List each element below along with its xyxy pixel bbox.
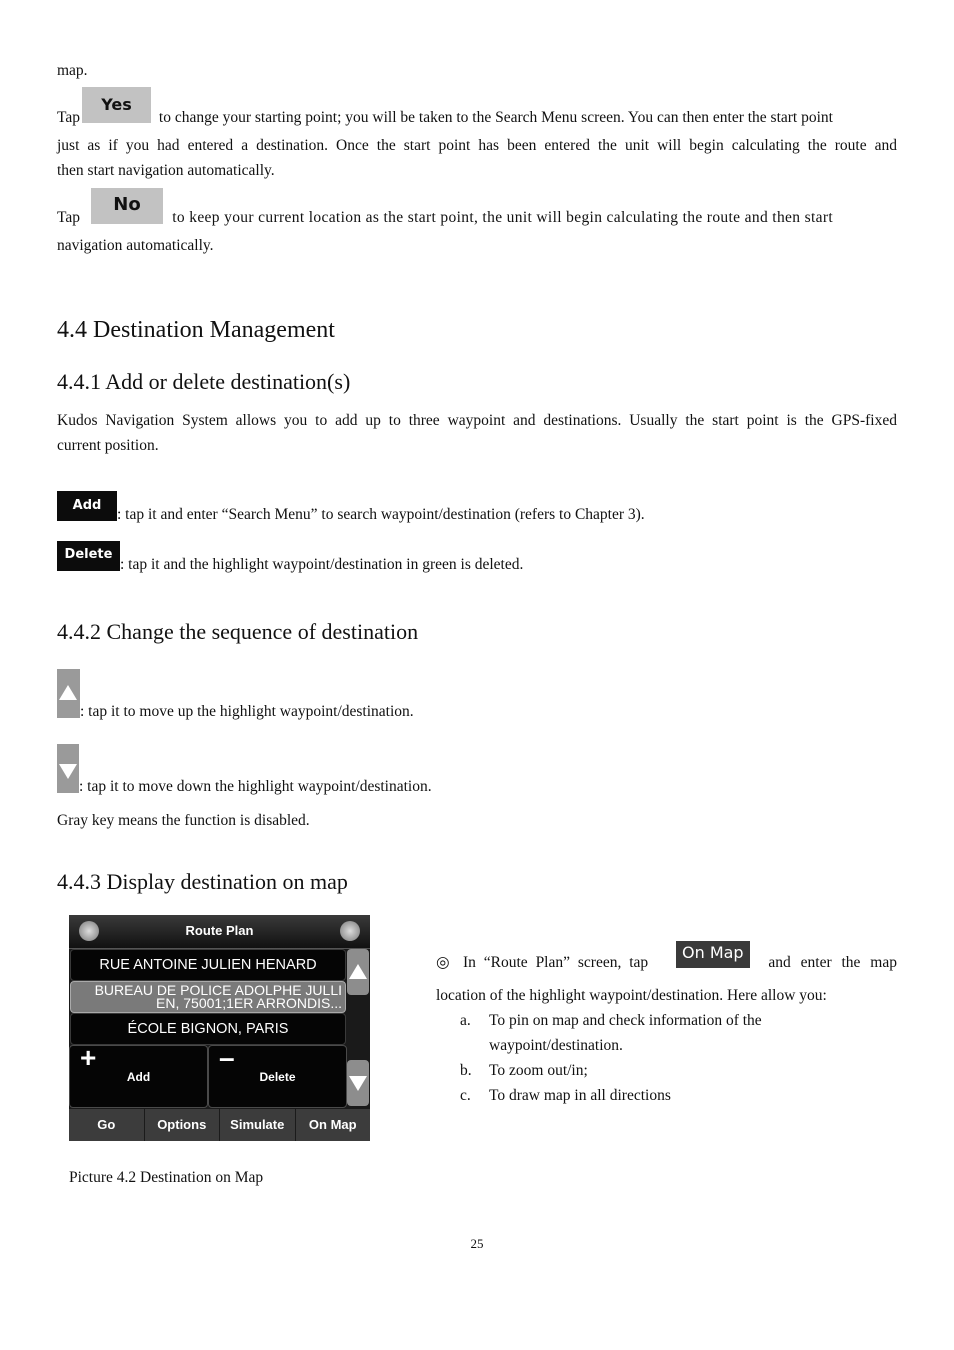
move-down-text: : tap it to move down the highlight wayp…: [79, 778, 432, 795]
route-plan-screenshot: Route Plan RUE ANTOINE JULIEN HENARD BUR…: [69, 915, 370, 1141]
list-marker: b.: [460, 1062, 472, 1079]
route-row-3[interactable]: ÉCOLE BIGNON, PARIS: [70, 1013, 346, 1045]
device-add-button[interactable]: + Add: [69, 1042, 208, 1108]
yes-line2: just as if you had entered a destination…: [57, 137, 897, 154]
device-delete-label: Delete: [259, 1070, 296, 1084]
tab-options[interactable]: Options: [145, 1109, 220, 1141]
route-row-2-highlighted[interactable]: BUREAU DE POLICE ADOLPHE JULLI EN, 75001…: [70, 981, 346, 1013]
device-up-button[interactable]: [347, 949, 369, 995]
device-add-label: Add: [126, 1070, 151, 1084]
tab-simulate[interactable]: Simulate: [220, 1109, 296, 1141]
delete-description: Delete: tap it and the highlight waypoin…: [57, 541, 524, 573]
figure-caption: Picture 4.2 Destination on Map: [69, 1169, 264, 1186]
page-number: 25: [470, 1236, 484, 1251]
device-title: Route Plan: [185, 923, 254, 938]
no-line2: navigation automatically.: [57, 237, 214, 254]
list-marker: a.: [460, 1012, 471, 1029]
list-text: To draw map in all directions: [489, 1087, 671, 1104]
bullet-symbol: ◎: [436, 954, 450, 971]
gray-key-note: Gray key means the function is disabled.: [57, 812, 310, 829]
list-text: To pin on map and check information of t…: [489, 1012, 762, 1029]
yes-line1: to change your starting point; you will …: [155, 109, 833, 126]
section-4-4-1-body-line2: current position.: [57, 437, 159, 454]
yes-line3: then start navigation automatically.: [57, 162, 275, 179]
on-map-part2: and enter the map: [768, 954, 897, 971]
yes-button[interactable]: Yes: [82, 87, 151, 123]
add-button[interactable]: Add: [57, 491, 117, 521]
list-marker: c.: [460, 1087, 471, 1104]
no-line1: to keep your current location as the sta…: [168, 209, 834, 226]
delete-button[interactable]: Delete: [57, 541, 120, 571]
no-prefix: Tap: [57, 209, 81, 226]
arrow-down-icon: [59, 764, 77, 779]
move-up-button[interactable]: [57, 669, 80, 718]
section-4-4-2-title: 4.4.2 Change the sequence of destination: [57, 619, 419, 644]
add-text: : tap it and enter “Search Menu” to sear…: [117, 506, 645, 523]
delete-text: : tap it and the highlight waypoint/dest…: [120, 556, 524, 573]
yes-paragraph: Tap Yes to change your starting point; yo…: [57, 87, 897, 183]
device-tab-bar: Go Options Simulate On Map: [69, 1109, 370, 1141]
device-delete-button[interactable]: – Delete: [208, 1042, 347, 1108]
on-map-part1: In “Route Plan” screen, tap: [463, 954, 649, 971]
on-map-button[interactable]: On Map: [676, 941, 750, 968]
device-down-button[interactable]: [347, 1060, 369, 1106]
route-row-2-line2: EN, 75001;1ER ARRONDIS...: [156, 995, 342, 1011]
device-header: Route Plan: [69, 915, 370, 949]
tab-on-map[interactable]: On Map: [296, 1109, 371, 1141]
no-paragraph: Tap No to keep your current location as t…: [57, 188, 897, 258]
section-4-4-title: 4.4 Destination Management: [57, 317, 335, 343]
arrow-up-icon: [59, 685, 77, 700]
on-map-description-line1: ◎ In “Route Plan” screen, tap On Map and…: [436, 941, 897, 971]
on-map-description-line2: location of the highlight waypoint/desti…: [436, 987, 827, 1004]
route-row-1[interactable]: RUE ANTOINE JULIEN HENARD: [70, 949, 346, 981]
section-4-4-1-body-line1: Kudos Navigation System allows you to ad…: [57, 412, 897, 429]
settings-icon[interactable]: [340, 921, 360, 941]
move-up-text: : tap it to move up the highlight waypoi…: [80, 703, 414, 720]
arrow-up-icon: [349, 964, 367, 979]
yes-prefix: Tap: [57, 109, 81, 126]
no-button[interactable]: No: [91, 188, 163, 224]
intro-fragment: map.: [57, 62, 88, 79]
list-text: To zoom out/in;: [489, 1062, 588, 1079]
list-text-continued: waypoint/destination.: [489, 1037, 623, 1054]
add-description: Add: tap it and enter “Search Menu” to s…: [57, 491, 645, 523]
arrow-down-icon: [349, 1076, 367, 1091]
move-down-button[interactable]: [57, 744, 79, 793]
section-4-4-3-title: 4.4.3 Display destination on map: [57, 869, 348, 894]
tab-go[interactable]: Go: [69, 1109, 145, 1141]
section-4-4-1-title: 4.4.1 Add or delete destination(s): [57, 369, 351, 394]
